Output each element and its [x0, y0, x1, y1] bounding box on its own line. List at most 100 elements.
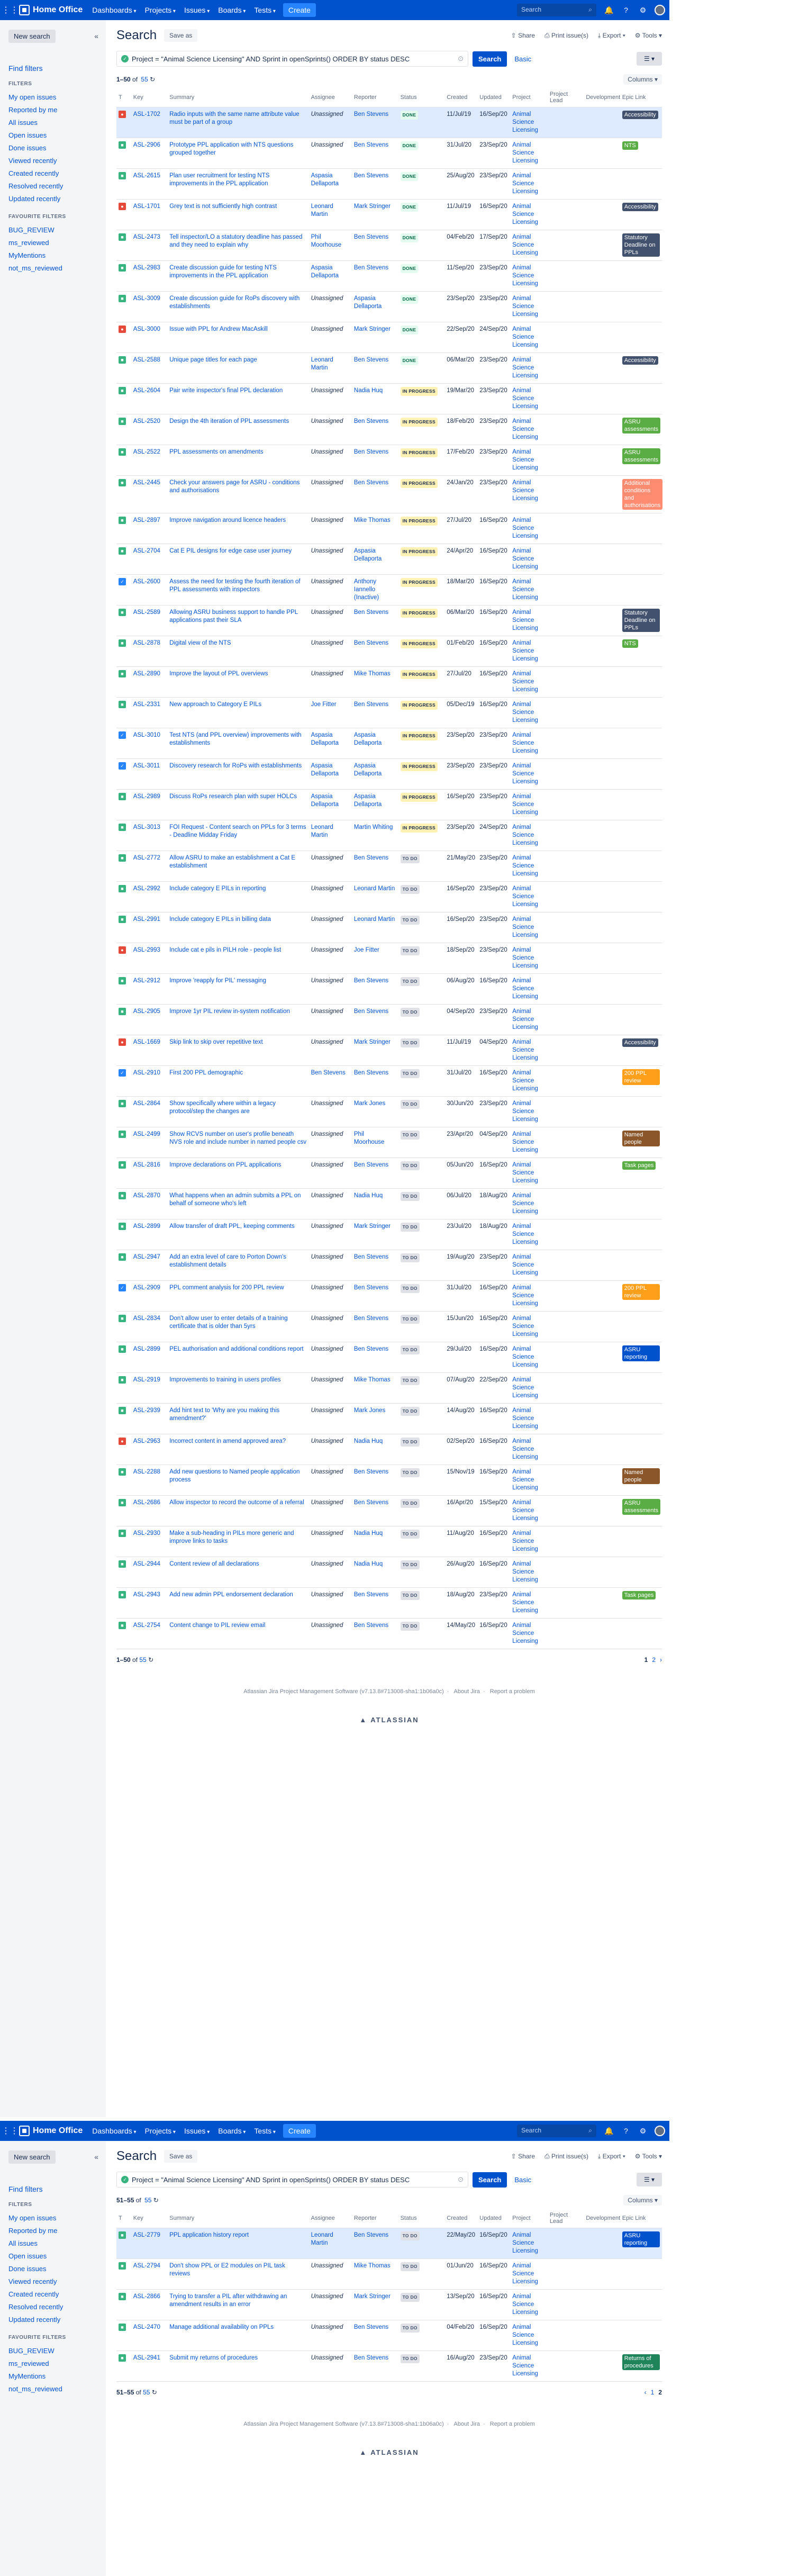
- issue-summary-link[interactable]: Don't allow user to enter details of a t…: [169, 1315, 287, 1330]
- issue-summary-link[interactable]: Submit my returns of procedures: [169, 2355, 258, 2361]
- project-link[interactable]: Animal Science Licensing: [512, 357, 538, 379]
- issue-key-link[interactable]: ASL-2941: [133, 2355, 160, 2361]
- epic-lozenge[interactable]: Accessibility: [622, 356, 658, 365]
- assignee-name[interactable]: Leonard Martin: [311, 203, 333, 218]
- footer-version[interactable]: Atlassian Jira Project Management Softwa…: [243, 2421, 444, 2427]
- reporter-name[interactable]: Aspasia Dellaporta: [354, 763, 382, 777]
- epic-lozenge[interactable]: Statutory Deadline on PPLs: [622, 609, 660, 632]
- epic-lozenge[interactable]: 200 PPL review: [622, 1069, 660, 1085]
- epic-lozenge[interactable]: Accessibility: [622, 111, 658, 119]
- project-link[interactable]: Animal Science Licensing: [512, 701, 538, 724]
- table-row[interactable]: ■ ASL-3013 FOI Request - Content search on…: [116, 820, 662, 851]
- reporter-name[interactable]: Ben Stevens: [354, 640, 388, 646]
- reporter-name[interactable]: Ben Stevens: [354, 2355, 388, 2361]
- issue-key-link[interactable]: ASL-2983: [133, 265, 160, 271]
- reporter-name[interactable]: Mike Thomas: [354, 2263, 391, 2269]
- reporter-name[interactable]: Mark Stringer: [354, 203, 391, 210]
- project-link[interactable]: Animal Science Licensing: [512, 517, 538, 539]
- issue-summary-link[interactable]: Improve the layout of PPL overviews: [169, 671, 268, 677]
- column-header-created[interactable]: Created: [444, 2209, 478, 2228]
- issue-key-link[interactable]: ASL-2930: [133, 1530, 160, 1536]
- table-row[interactable]: ■ ASL-2470 Manage additional availability …: [116, 2320, 662, 2351]
- issue-summary-link[interactable]: Issue with PPL for Andrew MacAskill: [169, 326, 268, 332]
- issue-summary-link[interactable]: PPL application history report: [169, 2232, 249, 2238]
- epic-lozenge[interactable]: ASRU assessments: [622, 448, 660, 464]
- project-link[interactable]: Animal Science Licensing: [512, 824, 538, 846]
- columns-button[interactable]: Columns ▾: [623, 74, 662, 85]
- filter-item[interactable]: Updated recently: [8, 193, 97, 205]
- reporter-name[interactable]: Mike Thomas: [354, 671, 391, 677]
- next-page-link[interactable]: ›: [660, 1656, 662, 1664]
- epic-lozenge[interactable]: Named people: [622, 1131, 660, 1146]
- filter-item[interactable]: All issues: [8, 2237, 97, 2250]
- issue-key-link[interactable]: ASL-2522: [133, 449, 160, 455]
- table-row[interactable]: ■ ASL-2939 Add hint text to 'Why are you m…: [116, 1403, 662, 1434]
- project-link[interactable]: Animal Science Licensing: [512, 916, 538, 938]
- reporter-name[interactable]: Ben Stevens: [354, 265, 388, 271]
- project-link[interactable]: Animal Science Licensing: [512, 387, 538, 410]
- reporter-name[interactable]: Ben Stevens: [354, 1315, 388, 1322]
- project-link[interactable]: Animal Science Licensing: [512, 978, 538, 1000]
- issue-summary-link[interactable]: Prototype PPL application with NTS quest…: [169, 142, 293, 156]
- issue-key-link[interactable]: ASL-3010: [133, 732, 160, 738]
- project-link[interactable]: Animal Science Licensing: [512, 793, 538, 816]
- share-button[interactable]: ⇧ Share: [511, 2153, 535, 2161]
- issue-summary-link[interactable]: New approach to Category E PILs: [169, 701, 261, 708]
- table-row[interactable]: ■ ASL-2864 Show specifically where within …: [116, 1096, 662, 1127]
- reporter-name[interactable]: Leonard Martin: [354, 916, 395, 923]
- epic-lozenge[interactable]: 200 PPL review: [622, 1284, 660, 1300]
- issue-key-link[interactable]: ASL-2912: [133, 978, 160, 984]
- filter-item[interactable]: Done issues: [8, 2263, 97, 2275]
- issue-key-link[interactable]: ASL-2470: [133, 2324, 160, 2330]
- issue-summary-link[interactable]: Improve 1yr PIL review in-system notific…: [169, 1008, 290, 1015]
- reporter-name[interactable]: Ben Stevens: [354, 1346, 388, 1352]
- table-row[interactable]: ✓ ASL-2910 First 200 PPL demographic Ben St…: [116, 1065, 662, 1097]
- filter-item[interactable]: My open issues: [8, 91, 97, 104]
- refresh-icon[interactable]: ↻: [148, 76, 155, 83]
- table-row[interactable]: ■ ASL-2989 Discuss RoPs research plan with…: [116, 789, 662, 820]
- table-row[interactable]: ■ ASL-2905 Improve 1yr PIL review in-syste…: [116, 1004, 662, 1035]
- save-as-button[interactable]: Save as: [164, 29, 198, 42]
- reporter-name[interactable]: Mark Stringer: [354, 1223, 391, 1230]
- issue-summary-link[interactable]: Plan user recruitment for testing NTS im…: [169, 173, 269, 187]
- reporter-name[interactable]: Ben Stevens: [354, 609, 388, 616]
- project-link[interactable]: Animal Science Licensing: [512, 265, 538, 287]
- favourite-filter-item[interactable]: ms_reviewed: [8, 237, 97, 249]
- table-row[interactable]: ■ ASL-2499 Show RCVS number on user's prof…: [116, 1127, 662, 1158]
- filter-item[interactable]: Created recently: [8, 167, 97, 180]
- assignee-name[interactable]: Leonard Martin: [311, 357, 333, 371]
- user-avatar[interactable]: [655, 2126, 665, 2136]
- project-link[interactable]: Animal Science Licensing: [512, 579, 538, 601]
- column-header-development[interactable]: Development: [584, 88, 620, 107]
- share-button[interactable]: ⇧ Share: [511, 32, 535, 40]
- column-header-epic-link[interactable]: Epic Link: [620, 2209, 662, 2228]
- reporter-name[interactable]: Phil Moorhouse: [354, 1131, 385, 1145]
- save-as-button[interactable]: Save as: [164, 2150, 198, 2163]
- issue-key-link[interactable]: ASL-2816: [133, 1162, 160, 1168]
- issue-key-link[interactable]: ASL-2991: [133, 916, 160, 923]
- column-header-reporter[interactable]: Reporter: [351, 2209, 398, 2228]
- issue-summary-link[interactable]: Tell inspector/LO a statutory deadline h…: [169, 234, 302, 248]
- filter-item[interactable]: Updated recently: [8, 2313, 97, 2326]
- app-switcher-icon[interactable]: ⋮⋮: [2, 2125, 19, 2137]
- table-row[interactable]: ✓ ASL-2600 Assess the need for testing the…: [116, 574, 662, 605]
- issue-summary-link[interactable]: Improvements to training in users profil…: [169, 1377, 280, 1383]
- issue-summary-link[interactable]: Show specifically where within a legacy …: [169, 1100, 276, 1115]
- table-row[interactable]: ■ ASL-2473 Tell inspector/LO a statutory d…: [116, 230, 662, 261]
- epic-lozenge[interactable]: NTS: [622, 639, 638, 648]
- export-button[interactable]: ⤓ Export ▾: [598, 32, 625, 40]
- issue-summary-link[interactable]: Allow inspector to record the outcome of…: [169, 1499, 304, 1506]
- assignee-name[interactable]: Joe Fitter: [311, 701, 337, 708]
- issue-key-link[interactable]: ASL-1702: [133, 111, 160, 117]
- project-link[interactable]: Animal Science Licensing: [512, 1254, 538, 1276]
- notifications-icon[interactable]: 🔔: [604, 2126, 614, 2136]
- table-row[interactable]: ■ ASL-2615 Plan user recruitment for testi…: [116, 168, 662, 200]
- issue-key-link[interactable]: ASL-2834: [133, 1315, 160, 1322]
- project-link[interactable]: Animal Science Licensing: [512, 609, 538, 631]
- print-button[interactable]: ⎙ Print issue(s): [544, 32, 588, 40]
- project-link[interactable]: Animal Science Licensing: [512, 1100, 538, 1123]
- table-row[interactable]: ■ ASL-2897 Improve navigation around licen…: [116, 513, 662, 544]
- assignee-name[interactable]: Aspasia Dellaporta: [311, 173, 339, 187]
- project-link[interactable]: Animal Science Licensing: [512, 2355, 538, 2377]
- reporter-name[interactable]: Mark Stringer: [354, 326, 391, 332]
